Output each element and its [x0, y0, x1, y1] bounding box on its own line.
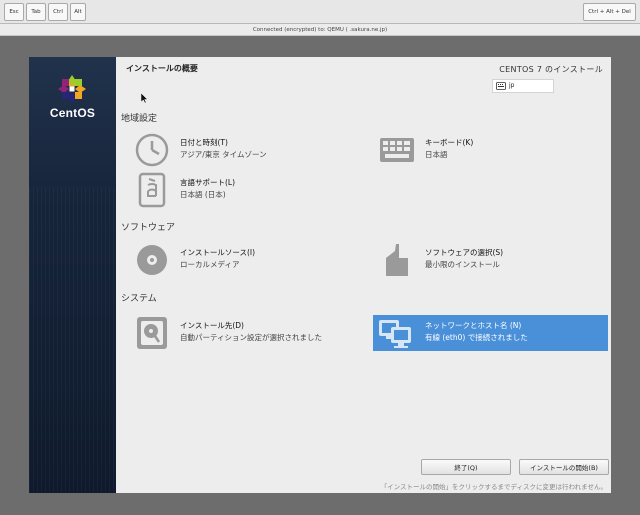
datetime-status: アジア/東京 タイムゾーン — [180, 150, 267, 159]
esc-key-button[interactable]: Esc — [4, 3, 24, 21]
tab-key-button[interactable]: Tab — [26, 3, 46, 21]
software-selection-status: 最小限のインストール — [425, 260, 500, 269]
software-section-title: ソフトウェア — [121, 223, 176, 233]
product-title: CENTOS 7 のインストール — [499, 65, 603, 74]
main-panel: インストールの概要 CENTOS 7 のインストール jp 地域設定 日付と時刻… — [116, 57, 611, 493]
keyboard-spoke[interactable]: キーボード(K) 日本語 — [379, 132, 614, 168]
vnc-key-toolbar: Esc Tab Ctrl Alt Ctrl + Alt + Del — [0, 0, 640, 24]
keyboard-status: 日本語 — [425, 150, 448, 159]
network-hostname-spoke[interactable]: ネットワークとホスト名 (N) 有線 (eth0) で接続されました — [373, 315, 608, 351]
language-spoke[interactable]: 言語サポート(L) 日本語 (日本) — [134, 172, 369, 208]
centos-brand-text: CentOS — [49, 106, 96, 120]
installation-destination-title: インストール先(D) — [180, 321, 244, 330]
footer-note: 「インストールの開始」をクリックするまでディスクに変更は行われません。 — [380, 483, 607, 491]
page-title: インストールの概要 — [126, 64, 198, 73]
installation-destination-spoke[interactable]: インストール先(D) 自動パーティション設定が選択されました — [134, 315, 369, 351]
installation-destination-status: 自動パーティション設定が選択されました — [180, 333, 323, 342]
begin-installation-button[interactable]: インストールの開始(B) — [519, 459, 609, 475]
language-status: 日本語 (日本) — [180, 190, 226, 199]
keyboard-layout-indicator[interactable]: jp — [492, 79, 554, 93]
installation-source-spoke[interactable]: インストールソース(I) ローカルメディア — [134, 242, 369, 278]
ctrl-alt-del-button[interactable]: Ctrl + Alt + Del — [583, 3, 636, 21]
alt-key-button[interactable]: Alt — [70, 3, 86, 21]
keyboard-title: キーボード(K) — [425, 138, 474, 147]
datetime-title: 日付と時刻(T) — [180, 138, 228, 147]
software-selection-title: ソフトウェアの選択(S) — [425, 248, 504, 257]
connection-status: Connected (encrypted) to: QEMU ( .sakura… — [0, 24, 640, 36]
network-hostname-status: 有線 (eth0) で接続されました — [425, 333, 528, 342]
installation-source-title: インストールソース(I) — [180, 248, 256, 257]
keyboard-icon — [380, 138, 414, 162]
sidebar-texture — [29, 187, 116, 493]
hard-disk-icon — [137, 317, 167, 349]
network-hostname-title: ネットワークとホスト名 (N) — [425, 321, 522, 330]
network-icon — [379, 320, 411, 348]
ctrl-key-button[interactable]: Ctrl — [48, 3, 68, 21]
system-section-title: システム — [121, 294, 157, 304]
software-selection-spoke[interactable]: ソフトウェアの選択(S) 最小限のインストール — [379, 242, 614, 278]
mouse-pointer-icon — [141, 93, 149, 103]
clock-icon — [135, 133, 169, 167]
keyboard-small-icon — [496, 82, 506, 90]
sidebar: CentOS — [29, 57, 116, 493]
language-icon — [138, 172, 166, 208]
disc-icon — [137, 245, 167, 275]
language-title: 言語サポート(L) — [180, 178, 236, 187]
installation-source-status: ローカルメディア — [180, 260, 240, 269]
quit-button[interactable]: 終了(Q) — [421, 459, 511, 475]
keyboard-layout-label: jp — [509, 82, 515, 89]
datetime-spoke[interactable]: 日付と時刻(T) アジア/東京 タイムゾーン — [134, 132, 369, 168]
localization-section-title: 地域設定 — [121, 114, 158, 124]
package-icon — [386, 244, 408, 276]
centos-logo-icon — [58, 75, 86, 103]
installer-window: CentOS インストールの概要 CENTOS 7 のインストール jp 地域設… — [29, 57, 611, 493]
